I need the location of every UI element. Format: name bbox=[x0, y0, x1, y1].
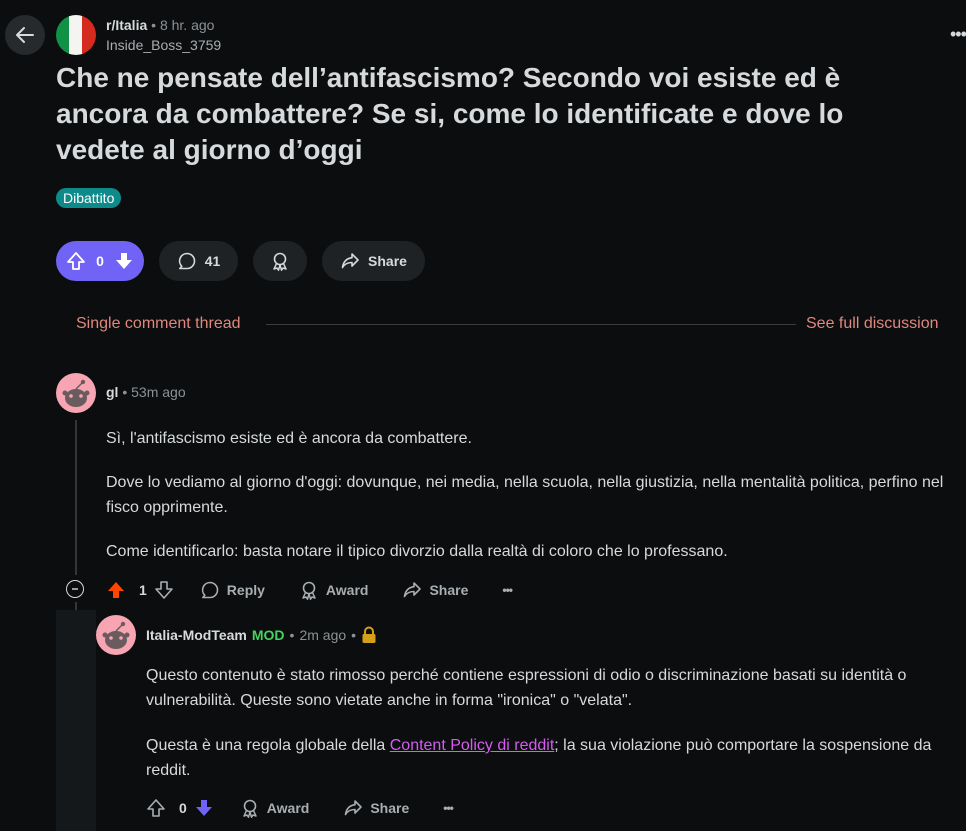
comment-more-button[interactable]: ••• bbox=[443, 801, 454, 815]
lock-icon bbox=[362, 626, 376, 643]
comment-count: 41 bbox=[204, 253, 221, 269]
divider bbox=[266, 324, 796, 325]
award-icon bbox=[273, 252, 287, 271]
avatar[interactable] bbox=[56, 373, 96, 413]
comment-vote: 1 bbox=[106, 580, 174, 600]
share-icon bbox=[404, 582, 422, 598]
comment-score: 0 bbox=[179, 800, 187, 816]
comment-paragraph: Questo contenuto è stato rimosso perché … bbox=[146, 667, 907, 709]
meta-separator: • bbox=[351, 627, 357, 643]
reply-button[interactable]: Reply bbox=[200, 580, 265, 600]
thread-gutter bbox=[56, 610, 96, 831]
back-arrow-icon bbox=[16, 27, 34, 43]
subreddit-avatar[interactable] bbox=[56, 15, 96, 55]
snoo-avatar-icon bbox=[56, 373, 96, 413]
share-button[interactable]: Share bbox=[343, 798, 409, 818]
share-label: Share bbox=[429, 582, 469, 598]
upvote-icon[interactable] bbox=[146, 798, 166, 818]
comment-time: 53m ago bbox=[131, 384, 186, 400]
comment-icon bbox=[178, 252, 195, 270]
reply-label: Reply bbox=[226, 582, 265, 598]
post-time: 8 hr. ago bbox=[159, 17, 215, 33]
comment-body: Sì, l'antifascismo esiste ed è ancora da… bbox=[106, 426, 946, 564]
content-policy-link[interactable]: Content Policy di reddit bbox=[390, 737, 555, 754]
reply-icon bbox=[201, 581, 219, 599]
award-button[interactable] bbox=[253, 241, 307, 281]
mod-badge: MOD bbox=[251, 627, 285, 643]
award-label: Award bbox=[325, 582, 369, 598]
award-button[interactable]: Award bbox=[299, 580, 369, 600]
comment-meta: gl • 53m ago bbox=[106, 384, 186, 400]
share-button[interactable]: Share bbox=[402, 580, 468, 600]
share-label: Share bbox=[370, 800, 410, 816]
downvote-icon[interactable] bbox=[154, 580, 174, 600]
comment-actions: 0 Award Share ••• bbox=[146, 796, 454, 820]
snoo-avatar-icon bbox=[96, 615, 136, 655]
comment-paragraph: Sì, l'antifascismo esiste ed è ancora da… bbox=[106, 430, 472, 447]
avatar[interactable] bbox=[96, 615, 136, 655]
italy-flag-icon bbox=[56, 15, 96, 55]
back-button[interactable] bbox=[5, 15, 45, 55]
vote-control: 0 bbox=[56, 241, 144, 281]
comment-paragraph: Come identificarlo: basta notare il tipi… bbox=[106, 543, 728, 560]
comment-body: Questo contenuto è stato rimosso perché … bbox=[146, 663, 936, 783]
award-label: Award bbox=[266, 800, 310, 816]
meta-separator: • bbox=[122, 384, 128, 400]
subreddit-line: r/Italia • 8 hr. ago bbox=[106, 17, 214, 33]
share-icon bbox=[345, 800, 363, 816]
comments-button[interactable]: 41 bbox=[159, 241, 238, 281]
paragraph-text: Questa è una regola globale della bbox=[146, 737, 390, 754]
downvote-icon[interactable] bbox=[194, 798, 214, 818]
upvote-icon[interactable] bbox=[66, 251, 86, 271]
comment-vote: 0 bbox=[146, 798, 214, 818]
post-more-button[interactable]: ••• bbox=[950, 24, 966, 45]
award-icon bbox=[302, 581, 316, 600]
upvote-icon[interactable] bbox=[106, 580, 126, 600]
share-icon bbox=[341, 253, 359, 269]
post-flair[interactable]: Dibattito bbox=[56, 188, 122, 208]
comment-paragraph: Dove lo vediamo al giorno d'oggi: dovunq… bbox=[106, 474, 944, 516]
comment-paragraph: Questa è una regola globale della Conten… bbox=[146, 733, 936, 783]
comment-meta: Italia-ModTeam MOD • 2m ago • bbox=[146, 626, 377, 644]
collapse-icon bbox=[72, 588, 78, 590]
collapse-button[interactable] bbox=[66, 580, 84, 598]
thread-rail[interactable] bbox=[75, 420, 77, 575]
single-thread-label: Single comment thread bbox=[76, 315, 241, 332]
post-vote-count: 0 bbox=[96, 253, 104, 269]
share-label: Share bbox=[368, 253, 407, 269]
award-button[interactable]: Award bbox=[240, 798, 310, 818]
meta-separator: • bbox=[289, 627, 295, 643]
comment-author[interactable]: gl bbox=[106, 384, 118, 400]
share-button[interactable]: Share bbox=[322, 241, 425, 281]
subreddit-name[interactable]: r/Italia bbox=[106, 17, 147, 33]
meta-separator: • bbox=[151, 17, 157, 33]
comment-actions: 1 Reply Award Share ••• bbox=[106, 578, 513, 602]
post-title: Che ne pensate dell’antifascismo? Second… bbox=[56, 62, 844, 165]
comment-score: 1 bbox=[139, 582, 147, 598]
downvote-icon[interactable] bbox=[114, 251, 134, 271]
comment-more-button[interactable]: ••• bbox=[502, 583, 513, 597]
see-full-discussion-link[interactable]: See full discussion bbox=[806, 315, 939, 333]
award-icon bbox=[243, 799, 257, 818]
comment-time: 2m ago bbox=[299, 627, 347, 643]
post-author[interactable]: Inside_Boss_3759 bbox=[106, 37, 221, 53]
comment-author[interactable]: Italia-ModTeam bbox=[146, 627, 247, 643]
